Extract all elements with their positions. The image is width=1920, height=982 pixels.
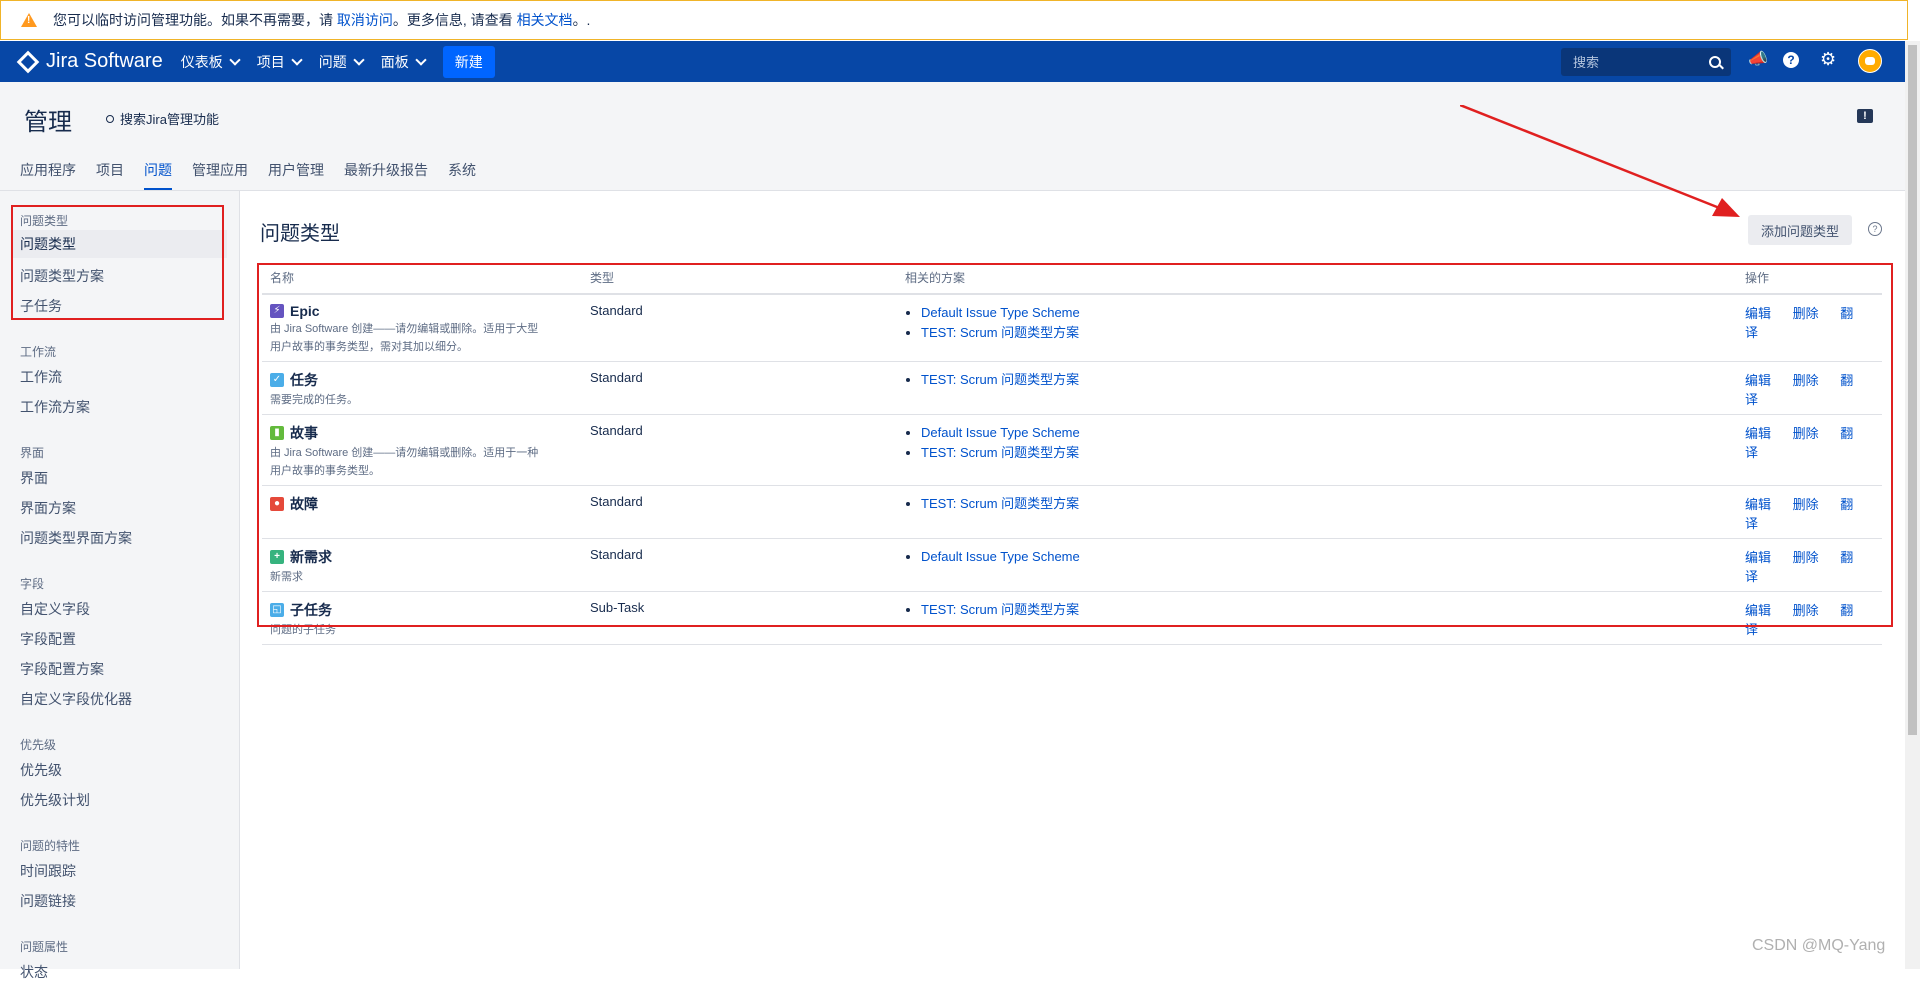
- app-name: Jira Software: [46, 50, 163, 72]
- chevron-down-icon: [353, 53, 365, 66]
- sidebar-item-field-configuration-schemes[interactable]: 字段配置方案: [20, 659, 104, 679]
- tab-issues[interactable]: 问题: [144, 160, 172, 190]
- chevron-down-icon: [229, 53, 241, 66]
- admin-access-banner: ! 您可以临时访问管理功能。如果不再需要，请 取消访问。更多信息, 请查看 相关…: [0, 0, 1908, 40]
- nav-label: 面板: [380, 53, 409, 70]
- jira-logo[interactable]: Jira Software: [16, 50, 163, 73]
- feedback-icon[interactable]: !: [1857, 109, 1873, 123]
- admin-search-label: 搜索Jira管理功能: [120, 112, 219, 127]
- add-issue-type-button[interactable]: 添加问题类型: [1748, 215, 1852, 245]
- tab-user-management[interactable]: 用户管理: [268, 160, 324, 190]
- sidebar-group-title: 字段: [20, 577, 45, 591]
- global-search[interactable]: [1561, 48, 1731, 76]
- gear-icon[interactable]: ⚙: [1820, 49, 1836, 70]
- scrollbar-thumb[interactable]: [1908, 45, 1917, 735]
- sidebar-item-issue-type-screen-schemes[interactable]: 问题类型界面方案: [20, 528, 132, 548]
- sidebar-item-custom-fields[interactable]: 自定义字段: [20, 599, 90, 619]
- search-icon[interactable]: [1709, 56, 1721, 68]
- docs-link[interactable]: 相关文档: [517, 12, 573, 28]
- sidebar-group-title: 问题的特性: [20, 839, 81, 853]
- annotation-arrow: [1460, 105, 1740, 217]
- banner-text: 您可以临时访问管理功能。如果不再需要，请: [53, 12, 337, 28]
- nav-label: 仪表板: [180, 53, 223, 70]
- sidebar-item-workflow-schemes[interactable]: 工作流方案: [20, 397, 90, 417]
- page-title: 管理: [24, 109, 72, 136]
- tab-system[interactable]: 系统: [448, 160, 476, 190]
- vertical-scrollbar[interactable]: [1905, 41, 1920, 969]
- user-avatar[interactable]: [1858, 49, 1882, 73]
- sidebar-item-priorities[interactable]: 优先级: [20, 760, 62, 780]
- tab-manage-apps[interactable]: 管理应用: [192, 160, 248, 190]
- create-button[interactable]: 新建: [442, 45, 495, 78]
- notifications-icon[interactable]: 📣: [1748, 49, 1768, 69]
- sidebar-group-title: 优先级: [20, 738, 57, 752]
- nav-issues[interactable]: 问题: [318, 52, 365, 72]
- sidebar-item-statuses[interactable]: 状态: [20, 962, 48, 982]
- nav-label: 问题: [318, 53, 347, 70]
- warning-icon: !: [21, 13, 37, 27]
- search-icon: [106, 114, 114, 123]
- top-navigation: Jira Software 仪表板 项目 问题 面板 新建 📣 ? ⚙: [0, 41, 1905, 82]
- sidebar-item-custom-field-optimizer[interactable]: 自定义字段优化器: [20, 689, 132, 709]
- watermark: CSDN @MQ-Yang: [1752, 937, 1886, 954]
- nav-dashboards[interactable]: 仪表板: [180, 52, 241, 72]
- sidebar-group-title: 工作流: [20, 345, 57, 359]
- nav-label: 项目: [256, 53, 285, 70]
- sidebar-item-time-tracking[interactable]: 时间跟踪: [20, 861, 76, 881]
- tab-applications[interactable]: 应用程序: [20, 160, 76, 190]
- nav-boards[interactable]: 面板: [380, 52, 427, 72]
- sidebar-item-screen-schemes[interactable]: 界面方案: [20, 498, 76, 518]
- issue-types-heading: 问题类型: [260, 223, 340, 245]
- tab-projects[interactable]: 项目: [96, 160, 124, 190]
- sidebar-item-field-configurations[interactable]: 字段配置: [20, 629, 76, 649]
- sidebar-item-issue-linking[interactable]: 问题链接: [20, 891, 76, 911]
- annotation-box-sidebar: [11, 205, 224, 320]
- nav-projects[interactable]: 项目: [256, 52, 303, 72]
- arrow-line: [1460, 105, 1723, 211]
- sidebar-group-title: 问题属性: [20, 940, 69, 954]
- banner-text: 。.: [572, 12, 591, 28]
- tab-upgrade-report[interactable]: 最新升级报告: [344, 160, 428, 190]
- search-input[interactable]: [1571, 53, 1695, 71]
- sidebar-item-priority-schemes[interactable]: 优先级计划: [20, 790, 90, 810]
- annotation-box-table: [257, 263, 1893, 627]
- chevron-down-icon: [415, 53, 427, 66]
- admin-tabs: 应用程序 项目 问题 管理应用 用户管理 最新升级报告 系统: [20, 160, 496, 190]
- drop-access-link[interactable]: 取消访问: [337, 12, 393, 28]
- banner-message: 您可以临时访问管理功能。如果不再需要，请 取消访问。更多信息, 请查看 相关文档…: [53, 10, 590, 30]
- admin-search[interactable]: 搜索Jira管理功能: [106, 109, 219, 128]
- jira-diamond-icon: [16, 50, 40, 73]
- sidebar-item-workflows[interactable]: 工作流: [20, 367, 62, 387]
- help-icon[interactable]: ?: [1868, 222, 1882, 236]
- banner-text: 。更多信息, 请查看: [392, 12, 517, 28]
- sidebar-group-title: 界面: [20, 446, 45, 460]
- sidebar-item-screens[interactable]: 界面: [20, 468, 48, 488]
- help-icon[interactable]: ?: [1783, 52, 1799, 68]
- chevron-down-icon: [291, 53, 303, 66]
